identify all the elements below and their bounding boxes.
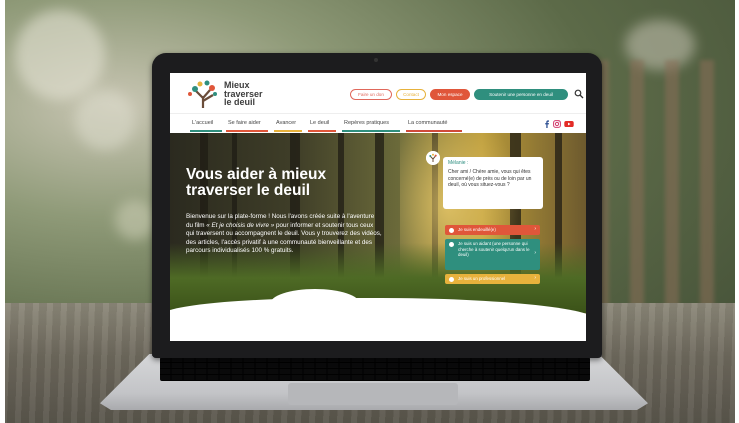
- chevron-right-icon: ›: [534, 250, 536, 256]
- search-icon[interactable]: [574, 89, 584, 99]
- instagram-icon[interactable]: [553, 120, 561, 128]
- choice-endeuille-button[interactable]: Je suis endeuillé(e) ›: [445, 225, 540, 235]
- nav-item-se-faire-aider[interactable]: Se faire aider: [228, 120, 261, 126]
- choice-label: Je suis un professionnel: [458, 276, 506, 281]
- nav-underline: [226, 130, 268, 132]
- hero-section: Vous aider à mieux traverser le deuil Bi…: [170, 133, 586, 341]
- nav-underline: [190, 130, 222, 132]
- radio-dot-icon: [449, 242, 454, 247]
- chat-bubble: Mélanie : Cher ami / Chère amie, vous qu…: [443, 157, 543, 209]
- choice-label: Je suis endeuillé(e): [458, 227, 496, 232]
- support-bereaved-button[interactable]: Soutenir une personne en deuil: [474, 89, 568, 100]
- my-space-button[interactable]: Mon espace: [430, 89, 470, 100]
- hero-title-line: traverser le deuil: [186, 182, 311, 199]
- donate-button[interactable]: Faire un don: [350, 89, 392, 100]
- choice-professionnel-button[interactable]: Je suis un professionnel ›: [445, 274, 540, 284]
- site-logo-text[interactable]: Mieux traverser le deuil: [224, 81, 284, 107]
- nav-item-accueil[interactable]: L'accueil: [192, 120, 213, 126]
- film-title: « Et je choisis de vivre »: [206, 221, 275, 229]
- tree-logo-icon[interactable]: [184, 79, 222, 109]
- nav-item-communaute[interactable]: La communauté: [408, 120, 447, 126]
- nav-item-le-deuil[interactable]: Le deuil: [310, 120, 329, 126]
- site-header: Mieux traverser le deuil Faire un don Co…: [170, 73, 586, 113]
- hero-title: Vous aider à mieux traverser le deuil: [186, 167, 386, 199]
- main-nav: L'accueil Se faire aider Avancer Le deui…: [170, 113, 586, 133]
- facebook-icon[interactable]: [543, 120, 551, 128]
- wooden-fence: [585, 60, 735, 320]
- logo-line: le deuil: [224, 97, 256, 107]
- nav-item-avancer[interactable]: Avancer: [276, 120, 296, 126]
- choice-aidant-button[interactable]: Je suis un aidant (une personne qui cher…: [445, 239, 540, 270]
- nav-underline: [308, 130, 336, 132]
- hero-description: Bienvenue sur la plate-forme ! Nous l'av…: [186, 213, 382, 256]
- choice-label: Je suis un aidant (une personne qui cher…: [458, 241, 530, 258]
- chevron-right-icon: ›: [534, 226, 536, 232]
- chevron-right-icon: ›: [534, 275, 536, 281]
- chat-author: Mélanie :: [448, 160, 469, 166]
- youtube-icon[interactable]: [564, 120, 574, 128]
- hero-title-line: Vous aider à mieux: [186, 166, 327, 183]
- white-wave: [170, 298, 586, 341]
- chatbot-avatar-icon[interactable]: [426, 151, 440, 165]
- chat-message: Cher ami / Chère amie, vous qui êtes con…: [448, 169, 532, 189]
- laptop-keyboard: [160, 357, 590, 381]
- nav-item-reperes-pratiques[interactable]: Repères pratiques: [344, 120, 389, 126]
- laptop-lid: Mieux traverser le deuil Faire un don Co…: [152, 53, 602, 358]
- laptop-screen: Mieux traverser le deuil Faire un don Co…: [170, 73, 586, 341]
- radio-dot-icon: [449, 277, 454, 282]
- nav-underline: [274, 130, 302, 132]
- webcam: [374, 58, 378, 62]
- nav-underline: [342, 130, 400, 132]
- contact-button[interactable]: Contact: [396, 89, 426, 100]
- laptop-trackpad: [288, 383, 458, 405]
- radio-dot-icon: [449, 228, 454, 233]
- nav-underline: [406, 130, 462, 132]
